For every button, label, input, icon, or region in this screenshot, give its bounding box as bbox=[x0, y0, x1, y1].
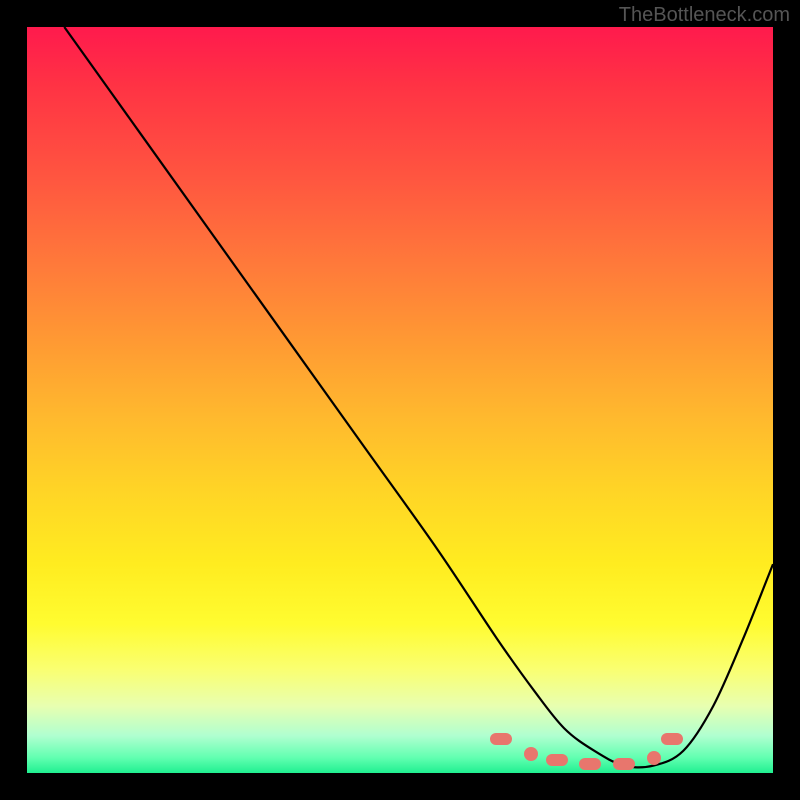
data-marker bbox=[613, 758, 635, 770]
data-marker bbox=[647, 751, 661, 765]
data-marker bbox=[524, 747, 538, 761]
data-marker bbox=[490, 733, 512, 745]
plot-area bbox=[27, 27, 773, 773]
watermark-text: TheBottleneck.com bbox=[619, 4, 790, 27]
marker-layer bbox=[27, 27, 773, 773]
data-marker bbox=[579, 758, 601, 770]
data-marker bbox=[546, 754, 568, 766]
data-marker bbox=[661, 733, 683, 745]
